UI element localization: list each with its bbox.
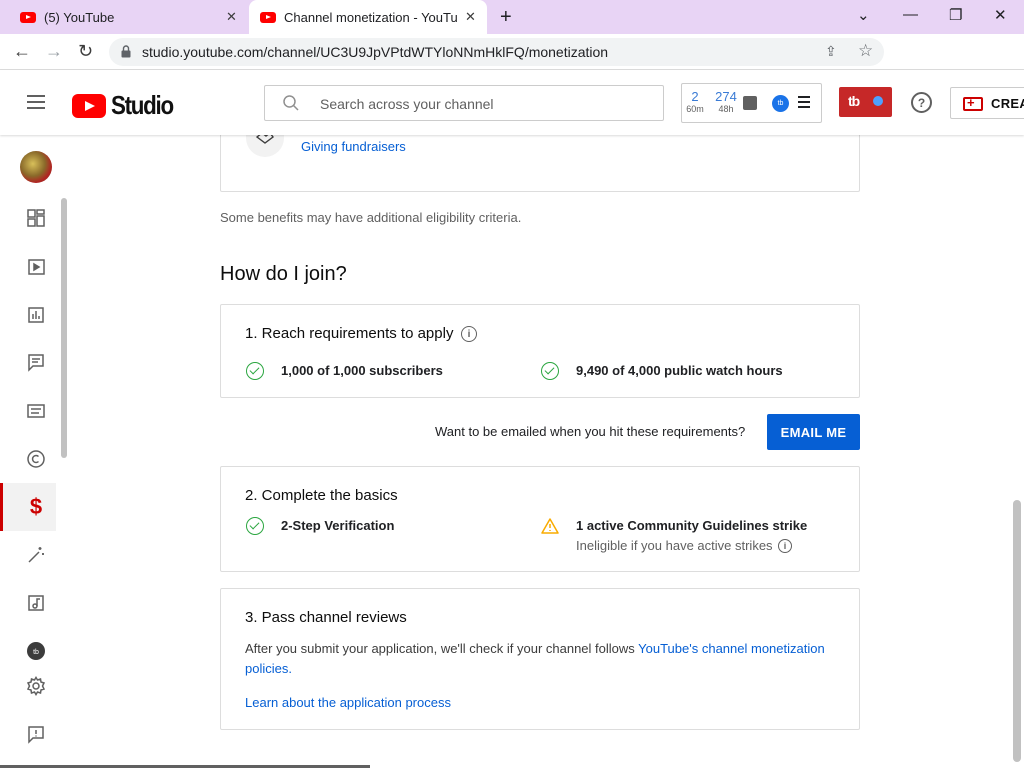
benefits-card: Giving fundraisers: [220, 125, 860, 192]
studio-logo-text: Studio: [111, 90, 174, 120]
hamburger-menu-icon[interactable]: [27, 95, 45, 109]
step1-title: 1. Reach requirements to apply: [245, 325, 454, 342]
stat-label: 60m: [686, 104, 704, 114]
channel-avatar[interactable]: [20, 151, 52, 183]
tab-title: (5) YouTube: [44, 9, 115, 25]
stat-48h: 274 48h: [713, 90, 739, 115]
page-scrollbar[interactable]: [1013, 500, 1021, 762]
tubebuddy-icon[interactable]: tb: [772, 95, 789, 112]
channel-search-input[interactable]: Search across your channel: [264, 85, 664, 121]
address-bar: ← → ↻ studio.youtube.com/channel/UC3U9Jp…: [0, 34, 1024, 97]
tubebuddy-logo-text: tb: [848, 93, 860, 109]
subscribers-requirement: 1,000 of 1,000 subscribers: [281, 363, 443, 378]
bookmark-star-icon[interactable]: ☆: [858, 41, 873, 61]
info-icon[interactable]: i: [778, 539, 792, 553]
step1-card: 1. Reach requirements to apply i 1,000 o…: [220, 304, 860, 398]
content-icon[interactable]: [24, 255, 48, 279]
tab-title: Channel monetization - YouTube Studio: [284, 9, 457, 25]
back-icon[interactable]: ←: [13, 41, 31, 62]
dashboard-icon[interactable]: [24, 206, 48, 230]
stat-value: 2: [691, 89, 699, 104]
tubebuddy-nav-icon[interactable]: tb: [24, 639, 48, 663]
watch-hours-requirement: 9,490 of 4,000 public watch hours: [576, 363, 783, 378]
tubebuddy-stats-widget[interactable]: 2 60m 274 48h tb: [681, 83, 822, 123]
check-circle-icon: [541, 362, 559, 380]
step3-card: 3. Pass channel reviews After you submit…: [220, 588, 860, 730]
omnibox[interactable]: studio.youtube.com/channel/UC3U9JpVPtdWT…: [109, 38, 884, 66]
minimize-icon[interactable]: —: [903, 6, 918, 23]
eligibility-note: Some benefits may have additional eligib…: [220, 210, 522, 225]
main-content: Giving fundraisers Some benefits may hav…: [72, 125, 1012, 768]
left-nav: $ tb: [0, 135, 72, 768]
analytics-chart-icon[interactable]: [743, 96, 757, 110]
search-placeholder: Search across your channel: [320, 96, 494, 112]
new-tab-icon[interactable]: +: [500, 6, 512, 29]
forward-icon[interactable]: →: [45, 41, 63, 62]
youtube-favicon-icon: [20, 11, 36, 23]
email-prompt: Want to be emailed when you hit these re…: [435, 424, 746, 439]
reload-icon[interactable]: ↻: [78, 41, 93, 62]
youtube-play-icon: [72, 93, 106, 118]
tab-channel-monetization[interactable]: Channel monetization - YouTube Studio ✕: [249, 0, 487, 34]
settings-gear-icon[interactable]: [24, 674, 48, 698]
stat-60m: 2 60m: [686, 90, 704, 115]
tab-youtube[interactable]: (5) YouTube ✕: [0, 0, 250, 34]
comments-icon[interactable]: [24, 350, 48, 374]
monetization-dollar-icon[interactable]: $: [24, 494, 48, 519]
lock-icon: [121, 45, 131, 58]
share-icon[interactable]: ⇪: [825, 43, 837, 60]
status-dot-icon: [873, 96, 883, 106]
step2-title: 2. Complete the basics: [245, 487, 398, 504]
search-icon: [283, 95, 299, 111]
youtube-favicon-icon: [260, 11, 276, 23]
review-description-text: After you submit your application, we'll…: [245, 641, 639, 656]
svg-text:tb: tb: [33, 649, 39, 656]
nav-scrollbar[interactable]: [61, 198, 67, 458]
stat-label: 48h: [718, 104, 734, 114]
step2-card: 2. Complete the basics 2-Step Verificati…: [220, 466, 860, 572]
create-label: CREATE: [991, 96, 1024, 111]
close-tab-icon[interactable]: ✕: [465, 9, 476, 25]
restore-icon[interactable]: ❐: [949, 6, 962, 24]
create-button[interactable]: CREATE: [950, 87, 1024, 119]
community-strike-requirement: 1 active Community Guidelines strike: [576, 518, 808, 533]
url-text[interactable]: studio.youtube.com/channel/UC3U9JpVPtdWT…: [142, 44, 608, 60]
two-step-verification-requirement: 2-Step Verification: [281, 518, 395, 533]
browser-tab-strip: (5) YouTube ✕ Channel monetization - You…: [0, 0, 1024, 34]
copyright-icon[interactable]: [24, 447, 48, 471]
giving-fundraisers-link[interactable]: Giving fundraisers: [301, 139, 406, 154]
tab-search-chevron-icon[interactable]: ⌄: [857, 6, 870, 24]
review-description: After you submit your application, we'll…: [245, 639, 845, 679]
analytics-icon[interactable]: [24, 303, 48, 327]
customization-wand-icon[interactable]: [24, 543, 48, 567]
join-heading: How do I join?: [220, 263, 347, 285]
check-circle-icon: [246, 362, 264, 380]
studio-header: Studio Search across your channel 2 60m …: [0, 70, 1024, 135]
studio-logo[interactable]: Studio: [72, 90, 183, 121]
tubebuddy-button[interactable]: tb: [839, 87, 892, 117]
help-icon[interactable]: ?: [911, 92, 932, 113]
step3-title: 3. Pass channel reviews: [245, 609, 407, 626]
close-window-icon[interactable]: ✕: [994, 6, 1007, 24]
strike-ineligible-note: Ineligible if you have active strikes: [576, 538, 773, 553]
send-feedback-icon[interactable]: [24, 722, 48, 746]
stat-value: 274: [715, 89, 737, 104]
warning-icon: [541, 518, 559, 534]
check-circle-icon: [246, 517, 264, 535]
widget-menu-icon[interactable]: [798, 96, 810, 111]
audio-library-icon[interactable]: [24, 591, 48, 615]
learn-application-process-link[interactable]: Learn about the application process: [245, 695, 451, 710]
info-icon[interactable]: i: [461, 326, 477, 342]
close-tab-icon[interactable]: ✕: [226, 9, 237, 25]
subtitles-icon[interactable]: [24, 399, 48, 423]
create-video-icon: [963, 95, 983, 111]
email-me-button[interactable]: EMAIL ME: [767, 414, 860, 450]
